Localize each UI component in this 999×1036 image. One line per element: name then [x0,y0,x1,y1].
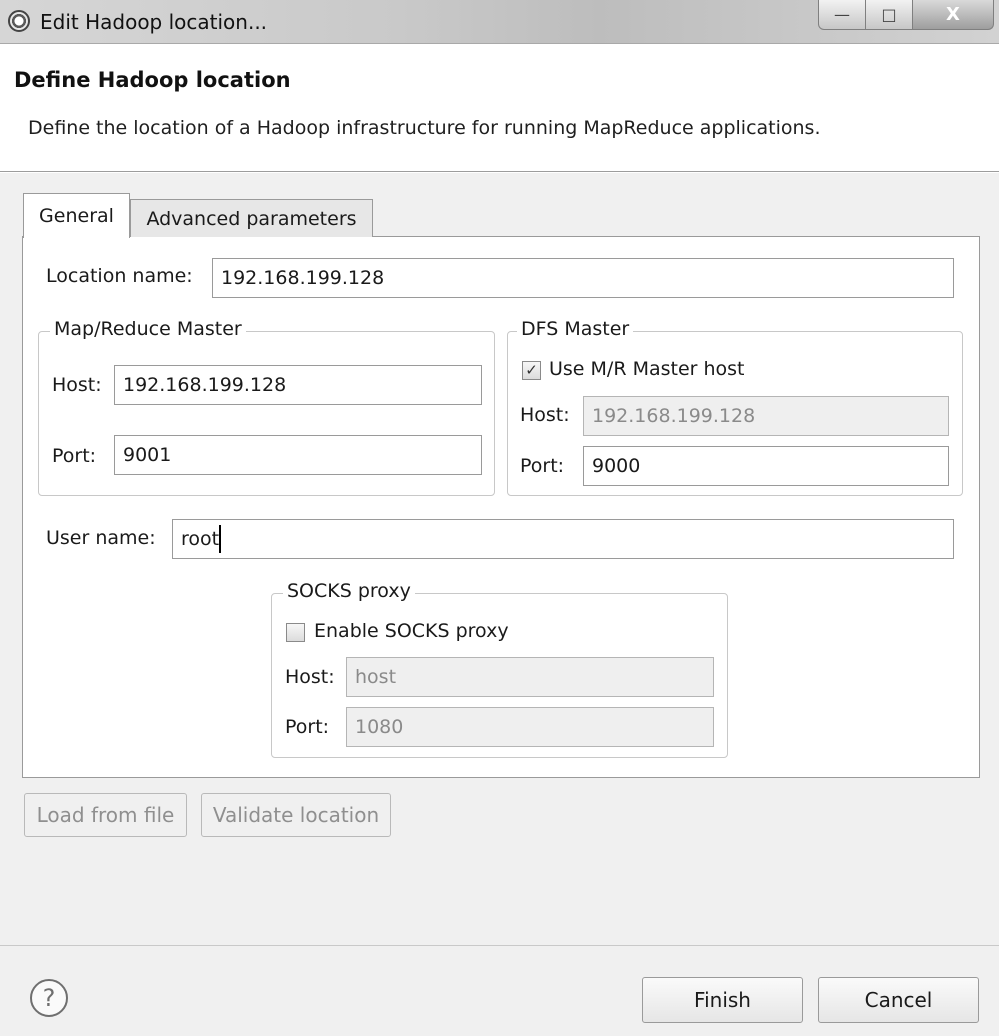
finish-button[interactable]: Finish [642,977,803,1023]
cancel-button[interactable]: Cancel [818,977,979,1023]
close-icon: X [946,4,960,25]
dfs-host-input[interactable]: 192.168.199.128 [583,396,949,436]
use-mr-host-label: Use M/R Master host [549,358,745,380]
finish-label: Finish [694,988,751,1012]
eclipse-app-icon [8,10,30,32]
enable-socks-label: Enable SOCKS proxy [314,620,509,642]
location-name-label: Location name: [46,265,193,287]
dfs-host-label: Host: [520,404,570,426]
tab-general[interactable]: General [23,193,130,238]
socks-host-label: Host: [285,666,335,688]
minimize-icon: — [834,5,850,24]
close-button[interactable]: X [912,0,994,30]
help-button[interactable]: ? [30,979,68,1017]
socks-port-label: Port: [285,716,330,738]
tab-general-label: General [39,205,114,227]
mr-port-label: Port: [52,445,97,467]
dfs-port-input[interactable]: 9000 [583,446,949,486]
checkmark-icon: ✓ [525,361,538,379]
mr-master-legend: Map/Reduce Master [50,318,246,340]
load-from-file-button[interactable]: Load from file [24,793,187,837]
window-title: Edit Hadoop location... [40,10,268,34]
enable-socks-checkbox[interactable] [286,623,305,642]
use-mr-host-checkbox[interactable]: ✓ [522,361,541,380]
user-name-input[interactable]: root [172,519,954,559]
dialog-header [0,44,999,172]
socks-proxy-legend: SOCKS proxy [283,580,415,602]
mr-host-input[interactable]: 192.168.199.128 [114,365,482,405]
cancel-label: Cancel [864,988,933,1012]
dfs-port-label: Port: [520,455,565,477]
socks-host-input[interactable]: host [346,657,714,697]
tab-advanced-parameters[interactable]: Advanced parameters [130,199,373,237]
location-name-input[interactable]: 192.168.199.128 [212,258,954,298]
user-name-value: root [181,528,220,550]
user-name-label: User name: [46,527,156,549]
help-icon: ? [42,984,56,1012]
mr-port-input[interactable]: 9001 [114,435,482,475]
maximize-button[interactable]: □ [865,0,913,30]
load-from-file-label: Load from file [36,803,175,827]
maximize-icon: □ [881,5,897,24]
minimize-button[interactable]: — [818,0,866,30]
dfs-master-legend: DFS Master [517,318,634,340]
window-controls: — □ X [818,0,994,30]
mr-host-label: Host: [52,374,102,396]
tab-advanced-label: Advanced parameters [146,207,357,230]
validate-location-button[interactable]: Validate location [201,793,391,837]
validate-location-label: Validate location [212,803,380,827]
socks-port-input[interactable]: 1080 [346,707,714,747]
page-description: Define the location of a Hadoop infrastr… [28,117,821,139]
text-cursor [219,525,222,553]
page-title: Define Hadoop location [14,68,291,92]
